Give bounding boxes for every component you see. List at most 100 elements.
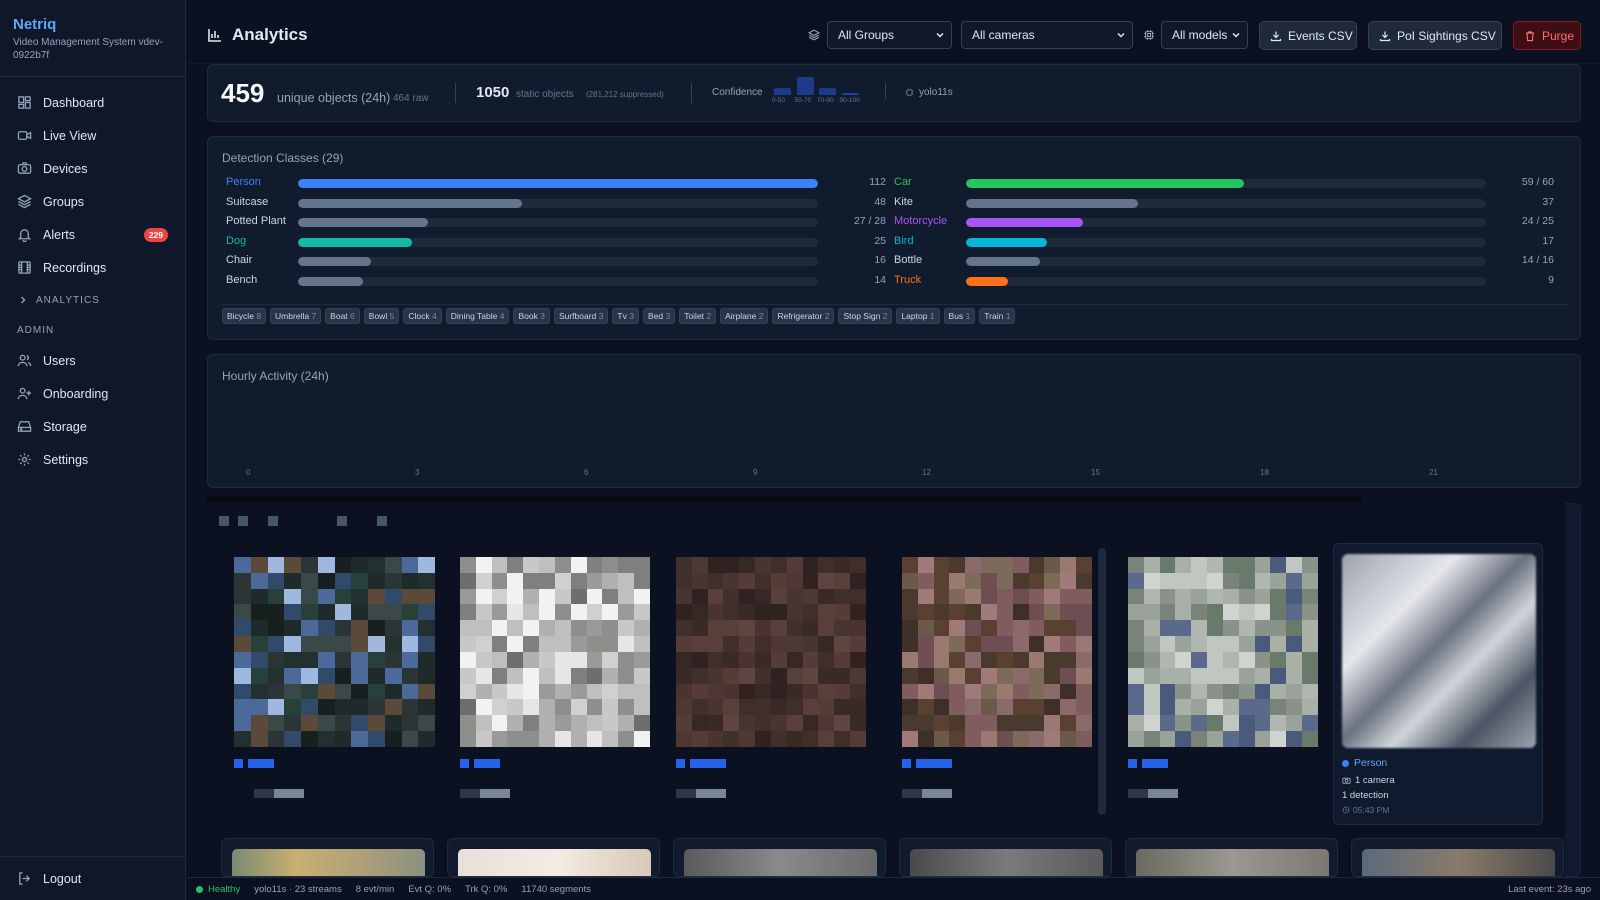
thumbnail-pixel	[996, 604, 1013, 621]
class-row[interactable]: Bottle 14 / 16	[894, 254, 1554, 268]
thumbnail-pixel	[676, 731, 692, 747]
sidebar-item-dashboard[interactable]: Dashboard	[0, 86, 185, 119]
class-chip[interactable]: Book 3	[513, 308, 550, 324]
thumbnail-pixel	[723, 604, 740, 621]
sighting-thumbnail	[1342, 554, 1536, 748]
class-chip[interactable]: Train 1	[979, 308, 1016, 324]
class-row[interactable]: Bench 14	[226, 274, 886, 288]
thumbnail-pixel	[418, 699, 435, 716]
thumbnail-pixel	[1175, 699, 1192, 716]
sidebar-item-onboarding[interactable]: Onboarding	[0, 377, 185, 410]
sidebar-item-alerts[interactable]: Alerts 229	[0, 218, 185, 251]
thumbnail-pixel	[917, 557, 934, 573]
class-bar-fill	[966, 198, 1138, 208]
class-name: Kite	[894, 195, 913, 208]
detection-thumbnail[interactable]	[1128, 557, 1318, 747]
sidebar-item-users[interactable]: Users	[0, 344, 185, 377]
sighting-card[interactable]	[673, 838, 886, 877]
thumbnail-pixel	[250, 557, 268, 573]
gallery-tab[interactable]	[337, 516, 347, 526]
sighting-card-person[interactable]: Person 1 camera 1 detection 05:43 PM	[1333, 543, 1543, 825]
class-bar-track	[298, 257, 818, 267]
events-csv-button[interactable]: Events CSV	[1259, 21, 1357, 50]
sidebar-item-recordings[interactable]: Recordings	[0, 251, 185, 284]
gallery-scrollbar[interactable]	[1098, 548, 1106, 815]
class-row[interactable]: Truck 9	[894, 274, 1554, 288]
class-chip[interactable]: Bed 3	[642, 308, 676, 324]
thumbnail-pixel	[1207, 636, 1223, 652]
thumbnail-pixel	[384, 557, 402, 573]
thumbnail-pixel	[1207, 651, 1223, 668]
gallery-tab[interactable]	[219, 516, 229, 526]
thumbnail-pixel	[834, 557, 851, 573]
sidebar-item-devices[interactable]: Devices	[0, 152, 185, 185]
thumbnail-pixel	[723, 572, 740, 589]
class-chip[interactable]: Toilet 2	[679, 308, 717, 324]
sidebar-item-settings[interactable]: Settings	[0, 443, 185, 476]
gallery-tab[interactable]	[238, 516, 248, 526]
thumbnail-pixel	[351, 683, 368, 700]
class-bar-fill	[298, 179, 818, 188]
thumbnail-pixel	[284, 636, 301, 652]
class-chip[interactable]: Surfboard 3	[553, 308, 609, 324]
detection-thumbnail[interactable]	[676, 557, 866, 747]
logout-button[interactable]: Logout	[0, 856, 186, 900]
sighting-card[interactable]	[899, 838, 1112, 877]
class-row[interactable]: Car 59 / 60	[894, 176, 1554, 190]
purge-button[interactable]: Purge	[1513, 21, 1581, 50]
poi-sightings-csv-button[interactable]: PoI Sightings CSV	[1368, 21, 1502, 50]
thumbnail-pixel	[368, 667, 385, 684]
thumbnail-pixel	[460, 636, 476, 652]
class-chip[interactable]: Umbrella 7	[270, 308, 322, 324]
class-chip-count: 1	[965, 311, 971, 321]
class-row[interactable]: Kite 37	[894, 196, 1554, 210]
class-chip[interactable]: Bowl 5	[363, 308, 400, 324]
detection-thumbnail[interactable]	[902, 557, 1092, 747]
sighting-card[interactable]	[1125, 838, 1338, 877]
class-row[interactable]: Person 112	[226, 176, 886, 190]
sidebar-item-analytics[interactable]: ANALYTICS	[0, 284, 185, 316]
cameras-select[interactable]: All cameras	[961, 21, 1133, 49]
thumbnail-pixel	[368, 604, 385, 621]
thumbnail-pixel	[334, 636, 352, 652]
thumbnail-pixel	[1270, 683, 1287, 700]
class-row[interactable]: Motorcycle 24 / 25	[894, 215, 1554, 229]
models-select[interactable]: All models	[1161, 21, 1248, 49]
class-chip[interactable]: Refrigerator 2	[772, 308, 835, 324]
thumbnail-pixel	[507, 636, 524, 652]
detection-thumbnail[interactable]	[234, 557, 435, 747]
class-row[interactable]: Chair 16	[226, 254, 886, 268]
class-row[interactable]: Suitcase 48	[226, 196, 886, 210]
thumbnail-pixel	[570, 651, 587, 668]
class-chip[interactable]: Airplane 2	[720, 308, 769, 324]
sighting-card[interactable]	[221, 838, 434, 877]
sidebar-item-storage[interactable]: Storage	[0, 410, 185, 443]
gallery-tab[interactable]	[268, 516, 278, 526]
gallery-tab[interactable]	[377, 516, 387, 526]
sidebar-item-groups[interactable]: Groups	[0, 185, 185, 218]
thumbnail-pixel	[850, 651, 866, 668]
thumbnail-pixel	[1207, 557, 1223, 573]
class-row[interactable]: Bird 17	[894, 235, 1554, 249]
sighting-card[interactable]	[1351, 838, 1564, 877]
sighting-card[interactable]	[447, 838, 660, 877]
class-chip[interactable]: Tv 3	[612, 308, 639, 324]
class-row[interactable]: Potted Plant 27 / 28	[226, 215, 886, 229]
class-row[interactable]: Dog 25	[226, 235, 886, 249]
class-chip[interactable]: Stop Sign 2	[838, 308, 893, 324]
class-chip[interactable]: Laptop 1	[896, 308, 940, 324]
class-chip[interactable]: Dining Table 4	[445, 308, 510, 324]
thumbnail-pixel	[554, 588, 571, 605]
detection-thumbnail[interactable]	[460, 557, 650, 747]
class-chip[interactable]: Bus 1	[943, 308, 976, 324]
class-chip[interactable]: Bicycle 8	[222, 308, 267, 324]
thumbnail-pixel	[250, 620, 268, 637]
class-chip[interactable]: Boat 6	[325, 308, 360, 324]
thumbnail-pixel	[786, 557, 803, 573]
class-chip[interactable]: Clock 4	[403, 308, 442, 324]
thumbnail-pixel	[1175, 683, 1192, 700]
thumbnail-pixel	[1175, 667, 1192, 684]
sidebar-item-live-view[interactable]: Live View	[0, 119, 185, 152]
thumbnail-pixel	[802, 557, 819, 573]
groups-select[interactable]: All Groups	[827, 21, 952, 49]
